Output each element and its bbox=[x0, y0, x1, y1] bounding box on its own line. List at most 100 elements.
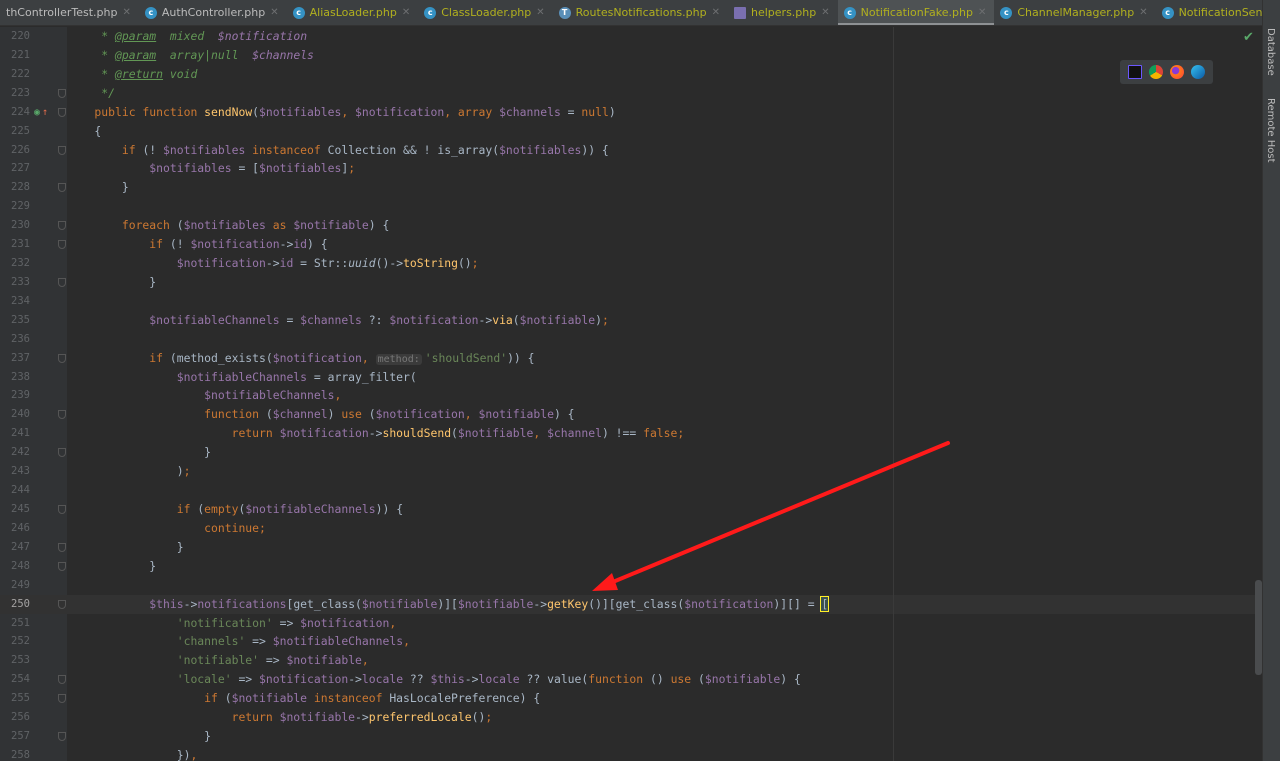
code-line[interactable]: 222 * @return void bbox=[0, 65, 1256, 84]
fold-marker-icon[interactable] bbox=[58, 410, 66, 420]
edge-icon[interactable] bbox=[1191, 65, 1206, 79]
code-line[interactable]: 239 $notifiableChannels, bbox=[0, 386, 1256, 405]
line-number[interactable]: 221 bbox=[0, 46, 30, 65]
code-line[interactable]: 221 * @param array|null $channels bbox=[0, 46, 1256, 65]
code-line[interactable]: 227 $notifiables = [$notifiables]; bbox=[0, 159, 1256, 178]
line-number[interactable]: 246 bbox=[0, 519, 30, 538]
line-number[interactable]: 236 bbox=[0, 330, 30, 349]
code-line[interactable]: 255 if ($notifiable instanceof HasLocale… bbox=[0, 689, 1256, 708]
code-editor[interactable]: 220 * @param mixed $notification 221 * @p… bbox=[0, 27, 1256, 761]
code-line[interactable]: 251 'notification' => $notification, bbox=[0, 614, 1256, 633]
line-number[interactable]: 251 bbox=[0, 614, 30, 633]
line-number[interactable]: 238 bbox=[0, 368, 30, 387]
vertical-scrollbar[interactable] bbox=[1255, 580, 1262, 675]
fold-marker-icon[interactable] bbox=[58, 240, 66, 250]
code-line[interactable]: 237 if (method_exists($notification, met… bbox=[0, 349, 1256, 368]
code-line[interactable]: 229 bbox=[0, 197, 1256, 216]
inspection-ok-check-icon[interactable]: ✔ bbox=[1243, 30, 1254, 45]
line-number[interactable]: 249 bbox=[0, 576, 30, 595]
line-number[interactable]: 247 bbox=[0, 538, 30, 557]
line-number[interactable]: 230 bbox=[0, 216, 30, 235]
code-line[interactable]: 220 * @param mixed $notification bbox=[0, 27, 1256, 46]
code-line[interactable]: 257 } bbox=[0, 727, 1256, 746]
phpstorm-icon[interactable] bbox=[1127, 65, 1142, 79]
code-line[interactable]: 250 $this->notifications[get_class($noti… bbox=[0, 594, 1256, 614]
fold-marker-icon[interactable] bbox=[58, 448, 66, 458]
code-line[interactable]: 252 'channels' => $notifiableChannels, bbox=[0, 632, 1256, 651]
line-number[interactable]: 224 bbox=[0, 103, 30, 122]
line-number[interactable]: 237 bbox=[0, 349, 30, 368]
code-line[interactable]: 254 'locale' => $notification->locale ??… bbox=[0, 670, 1256, 689]
code-line[interactable]: 240 function ($channel) use ($notificati… bbox=[0, 405, 1256, 424]
line-number[interactable]: 240 bbox=[0, 405, 30, 424]
code-line[interactable]: 224 ◉ ↑ public function sendNow($notifiabl… bbox=[0, 103, 1256, 122]
line-number[interactable]: 229 bbox=[0, 197, 30, 216]
line-number[interactable]: 255 bbox=[0, 689, 30, 708]
fold-marker-icon[interactable] bbox=[58, 694, 66, 704]
tab-authcontroller-php[interactable]: c AuthController.php ✕ bbox=[139, 0, 287, 25]
line-number[interactable]: 231 bbox=[0, 235, 30, 254]
tab-notificationsender-php[interactable]: cNotificationSender.php✕ bbox=[1156, 0, 1262, 25]
line-number[interactable]: 232 bbox=[0, 254, 30, 273]
line-number[interactable]: 235 bbox=[0, 311, 30, 330]
line-number[interactable]: 257 bbox=[0, 727, 30, 746]
fold-marker-icon[interactable] bbox=[58, 277, 66, 287]
line-number[interactable]: 252 bbox=[0, 632, 30, 651]
close-tab-icon[interactable]: ✕ bbox=[402, 7, 410, 18]
line-number[interactable]: 220 bbox=[0, 27, 30, 46]
fold-marker-icon[interactable] bbox=[58, 221, 66, 231]
firefox-icon[interactable] bbox=[1170, 65, 1185, 79]
fold-marker-icon[interactable] bbox=[58, 732, 66, 742]
line-number[interactable]: 233 bbox=[0, 273, 30, 292]
code-line[interactable]: 236 bbox=[0, 330, 1256, 349]
tab-aliasloader-php[interactable]: c AliasLoader.php ✕ bbox=[287, 0, 419, 25]
fold-marker-icon[interactable] bbox=[58, 542, 66, 552]
code-line[interactable]: 248 } bbox=[0, 557, 1256, 576]
code-line[interactable]: 258 }), bbox=[0, 746, 1256, 761]
line-number[interactable]: 250 bbox=[0, 595, 30, 614]
code-line[interactable]: 230 foreach ($notifiables as $notifiable… bbox=[0, 216, 1256, 235]
close-tab-icon[interactable]: ✕ bbox=[821, 7, 829, 18]
tab-thcontrollertest-php[interactable]: thControllerTest.php ✕ bbox=[0, 0, 139, 25]
chrome-icon[interactable] bbox=[1148, 65, 1163, 79]
fold-marker-icon[interactable] bbox=[58, 145, 66, 155]
overrides-gutter-icon[interactable]: ↑ bbox=[42, 103, 48, 122]
code-line[interactable]: 223 */ bbox=[0, 84, 1256, 103]
line-number[interactable]: 243 bbox=[0, 462, 30, 481]
line-number[interactable]: 225 bbox=[0, 122, 30, 141]
line-number[interactable]: 234 bbox=[0, 292, 30, 311]
line-number[interactable]: 227 bbox=[0, 159, 30, 178]
line-number[interactable]: 242 bbox=[0, 443, 30, 462]
close-tab-icon[interactable]: ✕ bbox=[123, 7, 131, 18]
code-line[interactable]: 228 } bbox=[0, 178, 1256, 197]
line-number[interactable]: 253 bbox=[0, 651, 30, 670]
line-number[interactable]: 248 bbox=[0, 557, 30, 576]
code-line[interactable]: 249 bbox=[0, 576, 1256, 595]
code-line[interactable]: 256 return $notifiable->preferredLocale(… bbox=[0, 708, 1256, 727]
line-number[interactable]: 223 bbox=[0, 84, 30, 103]
fold-marker-icon[interactable] bbox=[58, 505, 66, 514]
code-line[interactable]: 232 $notification->id = Str::uuid()->toS… bbox=[0, 254, 1256, 273]
close-tab-icon[interactable]: ✕ bbox=[978, 7, 986, 18]
line-number[interactable]: 256 bbox=[0, 708, 30, 727]
tab-routesnotifications-php[interactable]: T RoutesNotifications.php ✕ bbox=[553, 0, 728, 25]
code-line[interactable]: 246 continue; bbox=[0, 519, 1256, 538]
code-line[interactable]: 238 $notifiableChannels = array_filter( bbox=[0, 368, 1256, 387]
tab-channelmanager-php[interactable]: c ChannelManager.php ✕ bbox=[994, 0, 1155, 25]
line-number[interactable]: 228 bbox=[0, 178, 30, 197]
line-number[interactable]: 241 bbox=[0, 424, 30, 443]
implements-gutter-icon[interactable]: ◉ bbox=[34, 103, 40, 122]
code-line[interactable]: 226 if (! $notifiables instanceof Collec… bbox=[0, 141, 1256, 160]
code-line[interactable]: 235 $notifiableChannels = $channels ?: $… bbox=[0, 311, 1256, 330]
fold-marker-icon[interactable] bbox=[58, 561, 66, 571]
line-number[interactable]: 245 bbox=[0, 500, 30, 519]
fold-marker-icon[interactable] bbox=[58, 183, 66, 193]
code-line[interactable]: 244 bbox=[0, 481, 1256, 500]
code-line[interactable]: 241 return $notification->shouldSend($no… bbox=[0, 424, 1256, 443]
code-line[interactable]: 231 if (! $notification->id) { bbox=[0, 235, 1256, 254]
line-number[interactable]: 254 bbox=[0, 670, 30, 689]
line-number[interactable]: 258 bbox=[0, 746, 30, 761]
remote-host-tool-window[interactable]: Remote Host bbox=[1265, 98, 1276, 163]
close-tab-icon[interactable]: ✕ bbox=[712, 7, 720, 18]
close-tab-icon[interactable]: ✕ bbox=[1139, 7, 1147, 18]
